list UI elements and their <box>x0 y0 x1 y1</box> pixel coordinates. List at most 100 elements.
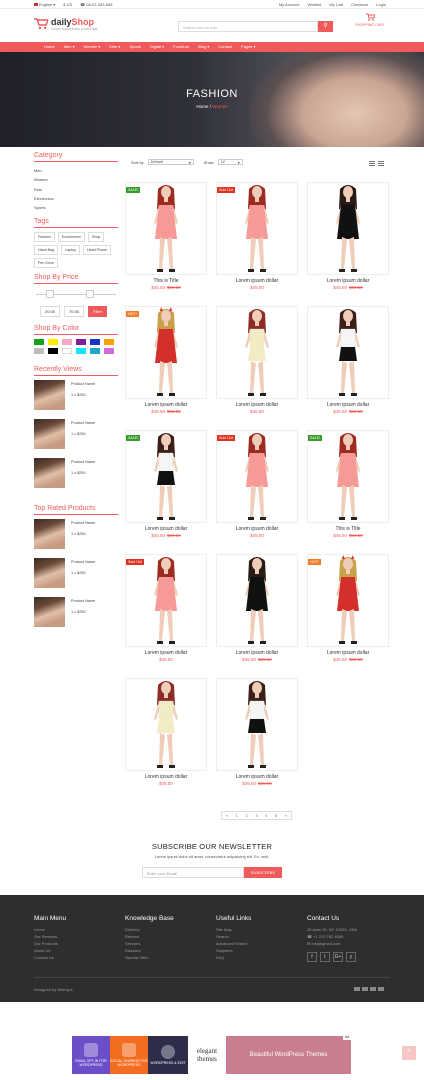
language-selector[interactable]: English ▾ <box>34 2 55 7</box>
color-swatch[interactable] <box>104 348 114 355</box>
facebook-icon[interactable]: f <box>307 952 317 962</box>
top-rated-product[interactable]: Product Name 1 x $250 <box>34 519 118 558</box>
price-max-field[interactable]: 70.00 <box>64 306 85 318</box>
product-card[interactable]: Sold Out Lorem ipsum dollar $45.50 <box>216 182 298 290</box>
list-view-icon[interactable] <box>378 160 384 166</box>
site-logo[interactable]: dailyShop YOUR SHOPPING PARTNER <box>34 17 98 31</box>
product-card[interactable]: HOT! Lorem ipsum dollar $45.50 $65.50 <box>307 554 389 662</box>
product-card[interactable]: SALE! This is Title $45.50 $65.50 <box>125 182 207 290</box>
product-card[interactable]: Sold Out Lorem ipsum dollar $45.50 <box>125 554 207 662</box>
recent-product[interactable]: Product Name 1 x $250 <box>34 458 118 497</box>
pagination-page-4[interactable]: 4 <box>265 813 267 818</box>
category-item-men[interactable]: Men <box>34 166 118 175</box>
footer-email[interactable]: ✉ info@gmail.com <box>307 940 391 947</box>
topbar-link-my-cart[interactable]: My Cart <box>329 2 343 7</box>
color-swatch[interactable] <box>34 339 44 346</box>
price-slider-min-handle[interactable] <box>46 290 54 299</box>
price-slider-max-handle[interactable] <box>86 290 94 299</box>
footer-link[interactable]: Delivery <box>125 926 209 933</box>
category-item-kids[interactable]: Kids <box>34 185 118 194</box>
search-button[interactable]: ⚲ <box>318 21 333 32</box>
footer-link[interactable]: Home <box>34 926 118 933</box>
product-image[interactable]: Sold Out <box>216 430 298 523</box>
product-name[interactable]: Lorem ipsum dollar <box>125 774 207 780</box>
footer-link[interactable]: Contact Us <box>34 954 118 961</box>
nav-item-pages[interactable]: Pages ▾ <box>241 44 255 49</box>
nav-item-sports[interactable]: Sports <box>129 44 141 49</box>
nav-item-women[interactable]: Women ▾ <box>84 44 101 49</box>
product-name[interactable]: Lorem ipsum dollar <box>216 774 298 780</box>
product-name[interactable]: This is Title <box>307 526 389 532</box>
price-filter-button[interactable]: Filter <box>88 306 107 318</box>
category-item-women[interactable]: Women <box>34 175 118 184</box>
top-rated-product[interactable]: Product Name 1 x $250 <box>34 558 118 597</box>
product-card[interactable]: Lorem ipsum dollar $45.50 $65.50 <box>216 678 298 786</box>
nav-item-furniture[interactable]: Furniture <box>173 44 189 49</box>
product-card[interactable]: Lorem ipsum dollar $45.50 <box>216 306 298 414</box>
tag-head-phone[interactable]: Head Phone <box>82 245 111 256</box>
topbar-link-my-account[interactable]: My Account <box>279 2 300 7</box>
product-image[interactable]: HOT! <box>125 306 207 399</box>
color-swatch[interactable] <box>34 348 44 355</box>
topbar-link-wishlist[interactable]: Wishlist <box>308 2 322 7</box>
product-name[interactable]: Lorem ipsum dollar <box>216 650 298 656</box>
color-swatch[interactable] <box>90 348 100 355</box>
product-image[interactable]: SALE! <box>125 430 207 523</box>
product-image[interactable]: Sold Out <box>125 554 207 647</box>
footer-link[interactable]: Our Services <box>34 933 118 940</box>
color-swatch[interactable] <box>62 348 72 355</box>
category-item-electronics[interactable]: Electronics <box>34 194 118 203</box>
product-card[interactable]: HOT! Lorem ipsum dollar $45.50 $65.50 <box>125 306 207 414</box>
product-name[interactable]: Lorem ipsum dollar <box>216 526 298 532</box>
product-name[interactable]: Lorem ipsum dollar <box>125 402 207 408</box>
tag-fashion[interactable]: Fashion <box>34 232 55 243</box>
ad-close-button[interactable]: Ad <box>343 1035 351 1040</box>
subscribe-button[interactable]: SUBSCRIBE <box>244 867 282 878</box>
pagination-page-1[interactable]: 1 <box>236 813 238 818</box>
product-image[interactable]: SALE! <box>307 430 389 523</box>
nav-item-blog[interactable]: Blog ▾ <box>198 44 209 49</box>
recent-product[interactable]: Product Name 1 x $250 <box>34 419 118 458</box>
pagination-page-5[interactable]: 5 <box>275 813 277 818</box>
nav-item-home[interactable]: Home <box>44 44 55 49</box>
product-name[interactable]: This is Title <box>125 278 207 284</box>
product-card[interactable]: Lorem ipsum dollar $45.50 $65.50 <box>307 182 389 290</box>
shopping-cart[interactable]: SHOPPING CART <box>352 12 388 27</box>
pagination-page-2[interactable]: 2 <box>245 813 247 818</box>
pagination-page-3[interactable]: 3 <box>255 813 257 818</box>
product-card[interactable]: Lorem ipsum dollar $45.50 $65.50 <box>307 306 389 414</box>
nav-item-kids[interactable]: Kids ▾ <box>109 44 120 49</box>
breadcrumb-home[interactable]: Home <box>196 104 208 109</box>
nav-item-men[interactable]: Men ▾ <box>64 44 75 49</box>
footer-link[interactable]: Services <box>125 940 209 947</box>
product-name[interactable]: Lorem ipsum dollar <box>307 402 389 408</box>
tag-ecommerce[interactable]: Ecommerce <box>57 232 85 243</box>
product-image[interactable] <box>216 554 298 647</box>
footer-link[interactable]: Advanced Search <box>216 940 300 947</box>
product-image[interactable] <box>125 678 207 771</box>
footer-link[interactable]: About Us <box>34 947 118 954</box>
product-image[interactable] <box>216 678 298 771</box>
youtube-icon[interactable]: y <box>346 952 356 962</box>
currency-selector[interactable]: $ US <box>63 2 72 7</box>
color-swatch[interactable] <box>62 339 72 346</box>
product-name[interactable]: Lorem ipsum dollar <box>125 650 207 656</box>
tag-shop[interactable]: Shop <box>87 232 105 243</box>
color-swatch[interactable] <box>48 348 58 355</box>
footer-link[interactable]: Site Map <box>216 926 300 933</box>
product-card[interactable]: Sold Out Lorem ipsum dollar $45.50 <box>216 430 298 538</box>
product-name[interactable]: Lorem ipsum dollar <box>216 278 298 284</box>
product-image[interactable]: HOT! <box>307 554 389 647</box>
tag-laptop[interactable]: Laptop <box>60 245 80 256</box>
product-card[interactable]: SALE! Lorem ipsum dollar $45.50 $65.50 <box>125 430 207 538</box>
color-swatch[interactable] <box>76 348 86 355</box>
footer-link[interactable]: Search <box>216 933 300 940</box>
google-plus-icon[interactable]: G+ <box>333 952 343 962</box>
show-count-select[interactable]: 12 ▾ <box>217 159 243 165</box>
price-min-field[interactable]: 20.00 <box>40 306 61 318</box>
product-name[interactable]: Lorem ipsum dollar <box>125 526 207 532</box>
nav-item-contact[interactable]: Contact <box>218 44 232 49</box>
product-image[interactable] <box>307 182 389 275</box>
product-card[interactable]: SALE! This is Title $45.50 $65.50 <box>307 430 389 538</box>
grid-view-icon[interactable] <box>369 160 375 166</box>
